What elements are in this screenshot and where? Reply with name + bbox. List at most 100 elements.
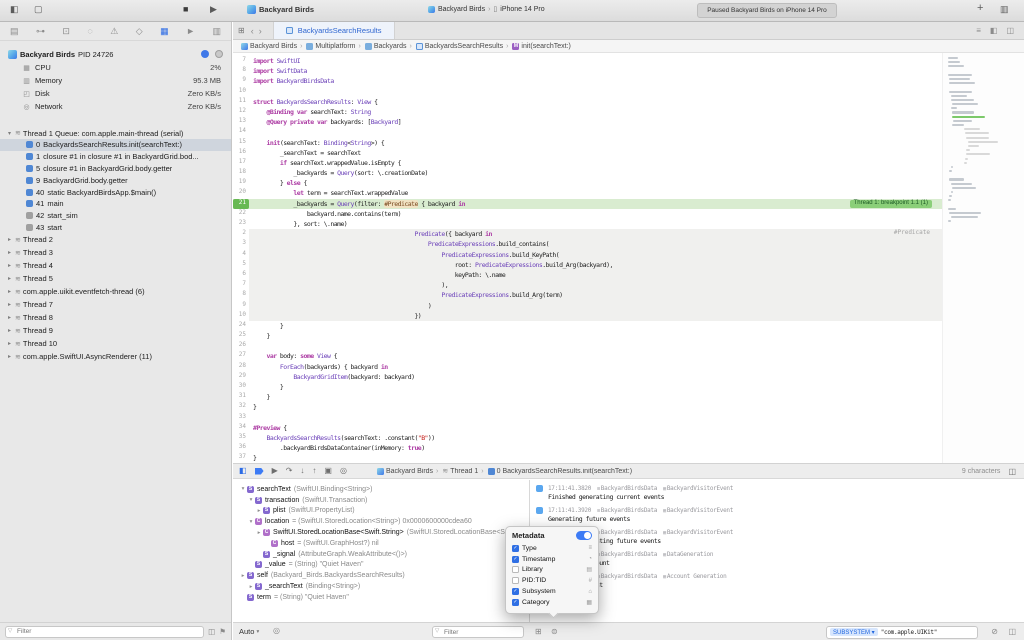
line-number[interactable]: 32 [233, 402, 249, 412]
continue-button[interactable]: ▶ [272, 467, 278, 475]
view-hierarchy-icon[interactable]: ▣ [324, 467, 332, 475]
code-line[interactable]: 15 init(searchText: Binding<String>) { [233, 138, 1024, 148]
gauge-network[interactable]: ◎ Network Zero KB/s [0, 100, 231, 113]
line-number[interactable]: 27 [233, 351, 249, 361]
metadata-option-category[interactable]: ✓ Category ▦ [512, 597, 592, 608]
macro-expansion-line[interactable]: 2 Predicate({ backyard in #Predicate [233, 229, 1024, 240]
line-number[interactable]: 31 [233, 392, 249, 402]
line-number[interactable]: 5 [233, 260, 249, 270]
show-crashed-threads-icon[interactable]: ◫ [208, 627, 215, 636]
disclosure-triangle[interactable]: ▸ [6, 275, 13, 282]
line-number[interactable]: 13 [233, 117, 249, 127]
disclosure-triangle[interactable]: ▸ [247, 584, 255, 590]
line-number[interactable]: 18 [233, 168, 249, 178]
code-line[interactable]: 25 } [233, 331, 1024, 341]
code-line[interactable]: 29 BackyardGridItem(backyard: backyard) [233, 372, 1024, 382]
stack-frame-40[interactable]: 40 static BackyardBirdsApp.$main() [0, 186, 231, 198]
disclosure-triangle[interactable]: ▸ [6, 301, 13, 308]
disclosure-triangle[interactable]: ▸ [6, 236, 13, 243]
line-number[interactable]: 23 [233, 219, 249, 229]
line-number[interactable]: 8 [233, 290, 249, 300]
code-line[interactable]: 33 [233, 413, 1024, 423]
code-line[interactable]: 7 import SwiftUI [233, 56, 1024, 66]
back-icon[interactable]: ‹ [251, 26, 254, 36]
console-log-entry[interactable]: 17:11:41.3820 ⊞BackyardBirdsData ▦Backyard… [531, 484, 1024, 503]
stack-frame-43[interactable]: 43 start [0, 222, 231, 234]
variable-row-_signal[interactable]: S _signal (AttributeGraph.WeakAttribute<()… [233, 549, 529, 560]
checkbox[interactable]: ✓ [512, 555, 519, 563]
thread-row[interactable]: ▸ ≋ Thread 8 [0, 311, 231, 324]
checkbox[interactable]: ✓ [512, 544, 519, 552]
breakpoints-navigator-icon[interactable]: ► [186, 26, 195, 36]
line-number[interactable]: 3 [233, 239, 249, 249]
variable-row-SwiftUI-StoredLocationBase-Swift-String-[interactable]: ▸ C SwiftUI.StoredLocationBase<Swift.Strin… [233, 527, 529, 538]
variables-filter-input[interactable] [432, 626, 524, 638]
checkbox[interactable] [512, 577, 519, 585]
code-line[interactable]: 16 _searchText = searchText [233, 148, 1024, 158]
console-log-entry[interactable]: 17:11:41.3920⊞BackyardBirdsData▦Backyard… [531, 506, 1024, 525]
code-line[interactable]: 8 import SwiftData [233, 66, 1024, 76]
code-line[interactable]: 37} [233, 453, 1024, 463]
line-number[interactable]: 22 [233, 209, 249, 219]
line-number[interactable]: 8 [233, 66, 249, 76]
code-line[interactable]: 11 struct BackyardsSearchResults: View { [233, 97, 1024, 107]
variable-row-transaction[interactable]: ▾ Stransaction (SwiftUI.Transaction) [233, 495, 529, 506]
line-number[interactable]: 15 [233, 138, 249, 148]
code-line[interactable]: 13 @Query private var backyards: [Backya… [233, 117, 1024, 127]
variable-row-host[interactable]: Chost = (SwiftUI.GraphHost?) nil [233, 538, 529, 549]
variable-row-_searchText[interactable]: ▸ S _searchText (Binding<String>) [233, 581, 529, 592]
line-number[interactable]: 37 [233, 453, 249, 463]
disclosure-triangle[interactable]: ▸ [6, 353, 13, 360]
thread-row[interactable]: ▸ ≋ Thread 2 [0, 233, 231, 246]
variable-row-plist[interactable]: ▸ Splist (SwiftUI.PropertyList) [233, 506, 529, 517]
source-control-navigator-icon[interactable]: ⊶ [36, 26, 45, 36]
breadcrumb-item[interactable]: BackyardsSearchResults [425, 43, 503, 50]
line-number[interactable]: 29 [233, 372, 249, 382]
checkbox[interactable] [512, 566, 519, 574]
line-number[interactable]: 36 [233, 443, 249, 453]
metadata-option-type[interactable]: ✓ Type ≡ [512, 543, 592, 554]
breadcrumb-item[interactable]: Backyard Birds [250, 43, 297, 50]
code-line[interactable]: 27 var body: some View { [233, 351, 1024, 361]
step-into-button[interactable]: ↓ [300, 467, 304, 475]
macro-expansion-line[interactable]: 9 ) [233, 300, 1024, 311]
line-number[interactable]: 4 [233, 250, 249, 260]
macro-expansion-line[interactable]: 4 PredicateExpressions.build_KeyPath( [233, 249, 1024, 260]
code-line[interactable]: 20 let term = searchText.wrappedValue [233, 188, 1024, 198]
line-number[interactable]: 10 [233, 87, 249, 97]
variable-row-searchText[interactable]: ▾ SsearchText (SwiftUI.Binding<String>) [233, 484, 529, 495]
metadata-option-library[interactable]: Library ▤ [512, 565, 592, 576]
stack-frame-5[interactable]: 5 closure #1 in BackyardGrid.body.getter [0, 163, 231, 175]
split-console-icon[interactable]: ◫ [1008, 627, 1016, 636]
thread-row[interactable]: ▸ ≋ Thread 4 [0, 259, 231, 272]
minimap-options-icon[interactable]: ≡ [976, 26, 981, 35]
breakpoint-badge[interactable]: Thread 1: breakpoint 1.1 (1) [849, 200, 932, 208]
metadata-option-timestamp[interactable]: ✓ Timestamp ◔ [512, 554, 592, 565]
code-line[interactable]: 32} [233, 402, 1024, 412]
related-items-icon[interactable]: ⊞ [238, 26, 245, 35]
console-log-entry[interactable]: 17:11:41.3920⊞BackyardBirdsData▦DataGene… [531, 550, 1024, 569]
gauge-memory[interactable]: ▥ Memory 95.3 MB [0, 74, 231, 87]
line-number[interactable]: 9 [233, 76, 249, 86]
line-number[interactable]: 10 [233, 311, 249, 321]
code-line[interactable]: 22 backyard.name.contains(term) [233, 209, 1024, 219]
disclosure-triangle[interactable]: ▸ [6, 314, 13, 321]
metadata-option-pid-tid[interactable]: PID:TID # [512, 575, 592, 586]
scheme-selector[interactable]: Backyard Birds › ▯ iPhone 14 Pro [428, 5, 545, 13]
console-log-entry[interactable]: 17:11:41.3920⊞BackyardBirdsData▦Backyard… [531, 528, 1024, 547]
line-number[interactable]: 21 [233, 198, 249, 209]
variable-row-term[interactable]: Sterm = (String) "Quiet Haven" [233, 592, 529, 603]
line-number[interactable]: 11 [233, 97, 249, 107]
clear-console-icon[interactable]: ⊘ [991, 627, 998, 636]
line-number[interactable]: 9 [233, 301, 249, 311]
flag-icon[interactable]: ⚑ [219, 627, 226, 636]
jump-bar-item[interactable]: 0 BackyardsSearchResults.init(searchText… [497, 468, 632, 475]
disclosure-triangle[interactable]: ▾ [247, 519, 255, 525]
sidebar-toggle-icon[interactable]: ◧ [10, 5, 19, 14]
process-row[interactable]: Backyard Birds PID 24726 [0, 47, 231, 61]
minimap[interactable] [942, 53, 1024, 463]
metadata-option-subsystem[interactable]: ✓ Subsystem ⌂ [512, 586, 592, 597]
debug-navigator-icon[interactable]: ▦ [160, 26, 169, 36]
disclosure-triangle[interactable]: ▸ [6, 262, 13, 269]
project-navigator-icon[interactable]: ▤ [10, 26, 19, 36]
